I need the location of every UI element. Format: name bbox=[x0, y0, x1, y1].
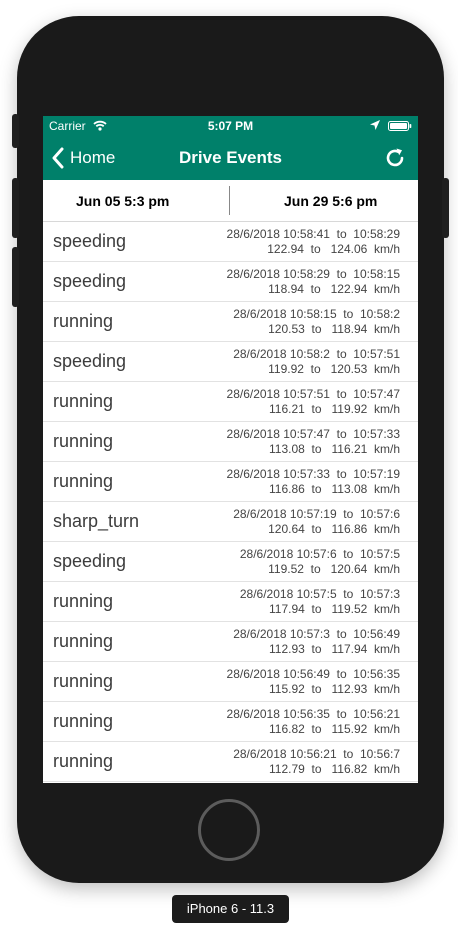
event-speed-range: 115.92 to 112.93 km/h bbox=[269, 682, 400, 696]
event-speed-range: 116.82 to 115.92 km/h bbox=[269, 722, 400, 736]
power-button bbox=[442, 178, 449, 238]
list-item[interactable]: speeding 28/6/2018 10:58:41 to 10:58:29 … bbox=[43, 222, 418, 262]
simulator-device-label: iPhone 6 - 11.3 bbox=[172, 895, 289, 923]
event-speed-range: 119.52 to 120.64 km/h bbox=[268, 562, 400, 576]
status-time: 5:07 PM bbox=[207, 119, 254, 133]
event-type: running bbox=[53, 631, 114, 651]
battery-icon bbox=[388, 121, 412, 131]
event-speed-range: 116.21 to 119.92 km/h bbox=[269, 402, 400, 416]
end-date-button[interactable]: Jun 29 5:6 pm bbox=[284, 193, 377, 209]
event-speed-range: 120.64 to 116.86 km/h bbox=[268, 522, 400, 536]
event-time-range: 28/6/2018 10:57:33 to 10:57:19 bbox=[226, 467, 400, 481]
list-item[interactable]: speeding 28/6/2018 10:57:6 to 10:57:5 11… bbox=[43, 542, 418, 582]
page-title: Drive Events bbox=[179, 148, 282, 167]
list-item[interactable]: running 28/6/2018 10:56:21 to 10:56:7 11… bbox=[43, 742, 418, 782]
event-type: running bbox=[53, 311, 114, 331]
list-item[interactable]: running 28/6/2018 10:57:5 to 10:57:3 117… bbox=[43, 582, 418, 622]
volume-down-button bbox=[12, 247, 19, 307]
start-date-button[interactable]: Jun 05 5:3 pm bbox=[76, 193, 169, 209]
list-item[interactable]: sharp_turn 28/6/2018 10:57:19 to 10:57:6… bbox=[43, 502, 418, 542]
list-item[interactable]: running 28/6/2018 10:57:3 to 10:56:49 11… bbox=[43, 622, 418, 662]
event-speed-range: 112.93 to 117.94 km/h bbox=[269, 642, 400, 656]
event-type: running bbox=[53, 471, 114, 491]
volume-up-button bbox=[12, 178, 19, 238]
event-type: speeding bbox=[53, 351, 127, 371]
status-bar: Carrier 5:07 PM bbox=[43, 116, 418, 136]
event-type: running bbox=[53, 711, 114, 731]
event-type: running bbox=[53, 751, 114, 771]
event-time-range: 28/6/2018 10:57:5 to 10:57:3 bbox=[239, 587, 400, 601]
app-screen: Carrier 5:07 PM Home Drive Events Jun 05… bbox=[43, 116, 418, 783]
event-type: running bbox=[53, 671, 114, 691]
event-time-range: 28/6/2018 10:57:3 to 10:56:49 bbox=[233, 627, 400, 641]
event-speed-range: 122.94 to 124.06 km/h bbox=[267, 242, 400, 256]
mute-switch bbox=[12, 114, 19, 148]
list-item[interactable]: running 28/6/2018 10:57:33 to 10:57:19 1… bbox=[43, 462, 418, 502]
navigation-bar: Home Drive Events bbox=[43, 136, 418, 180]
event-type: running bbox=[53, 431, 114, 451]
event-time-range: 28/6/2018 10:58:2 to 10:57:51 bbox=[233, 347, 400, 361]
event-speed-range: 116.86 to 113.08 km/h bbox=[269, 482, 400, 496]
list-item[interactable]: speeding 28/6/2018 10:58:2 to 10:57:51 1… bbox=[43, 342, 418, 382]
event-speed-range: 119.92 to 120.53 km/h bbox=[268, 362, 400, 376]
event-speed-range: 117.94 to 119.52 km/h bbox=[269, 602, 400, 616]
list-item[interactable]: running 28/6/2018 10:56:49 to 10:56:35 1… bbox=[43, 662, 418, 702]
event-speed-range: 113.08 to 116.21 km/h bbox=[269, 442, 400, 456]
event-time-range: 28/6/2018 10:58:15 to 10:58:2 bbox=[233, 307, 400, 321]
events-list: speeding 28/6/2018 10:58:41 to 10:58:29 … bbox=[43, 222, 418, 782]
list-item[interactable]: speeding 28/6/2018 10:58:29 to 10:58:15 … bbox=[43, 262, 418, 302]
refresh-icon[interactable] bbox=[384, 147, 406, 169]
event-time-range: 28/6/2018 10:57:19 to 10:57:6 bbox=[233, 507, 400, 521]
event-time-range: 28/6/2018 10:56:35 to 10:56:21 bbox=[226, 707, 400, 721]
event-time-range: 28/6/2018 10:56:21 to 10:56:7 bbox=[233, 747, 400, 761]
event-type: running bbox=[53, 591, 114, 611]
event-type: speeding bbox=[53, 551, 127, 571]
location-arrow-icon bbox=[370, 120, 380, 130]
event-type: running bbox=[53, 391, 114, 411]
event-time-range: 28/6/2018 10:58:29 to 10:58:15 bbox=[226, 267, 400, 281]
event-time-range: 28/6/2018 10:57:6 to 10:57:5 bbox=[239, 547, 400, 561]
date-range-bar: Jun 05 5:3 pm Jun 29 5:6 pm bbox=[43, 180, 418, 222]
list-item[interactable]: running 28/6/2018 10:56:35 to 10:56:21 1… bbox=[43, 702, 418, 742]
list-item[interactable]: running 28/6/2018 10:57:47 to 10:57:33 1… bbox=[43, 422, 418, 462]
event-type: speeding bbox=[53, 271, 127, 291]
list-item[interactable]: running 28/6/2018 10:58:15 to 10:58:2 12… bbox=[43, 302, 418, 342]
home-button[interactable] bbox=[198, 799, 260, 861]
event-time-range: 28/6/2018 10:57:47 to 10:57:33 bbox=[226, 427, 400, 441]
date-divider bbox=[229, 186, 230, 215]
event-speed-range: 120.53 to 118.94 km/h bbox=[268, 322, 400, 336]
event-time-range: 28/6/2018 10:57:51 to 10:57:47 bbox=[226, 387, 400, 401]
event-type: speeding bbox=[53, 231, 127, 251]
list-item[interactable]: running 28/6/2018 10:57:51 to 10:57:47 1… bbox=[43, 382, 418, 422]
event-speed-range: 118.94 to 122.94 km/h bbox=[268, 282, 400, 296]
event-type: sharp_turn bbox=[53, 511, 140, 531]
event-time-range: 28/6/2018 10:58:41 to 10:58:29 bbox=[226, 227, 400, 241]
event-speed-range: 112.79 to 116.82 km/h bbox=[269, 762, 400, 776]
event-time-range: 28/6/2018 10:56:49 to 10:56:35 bbox=[226, 667, 400, 681]
